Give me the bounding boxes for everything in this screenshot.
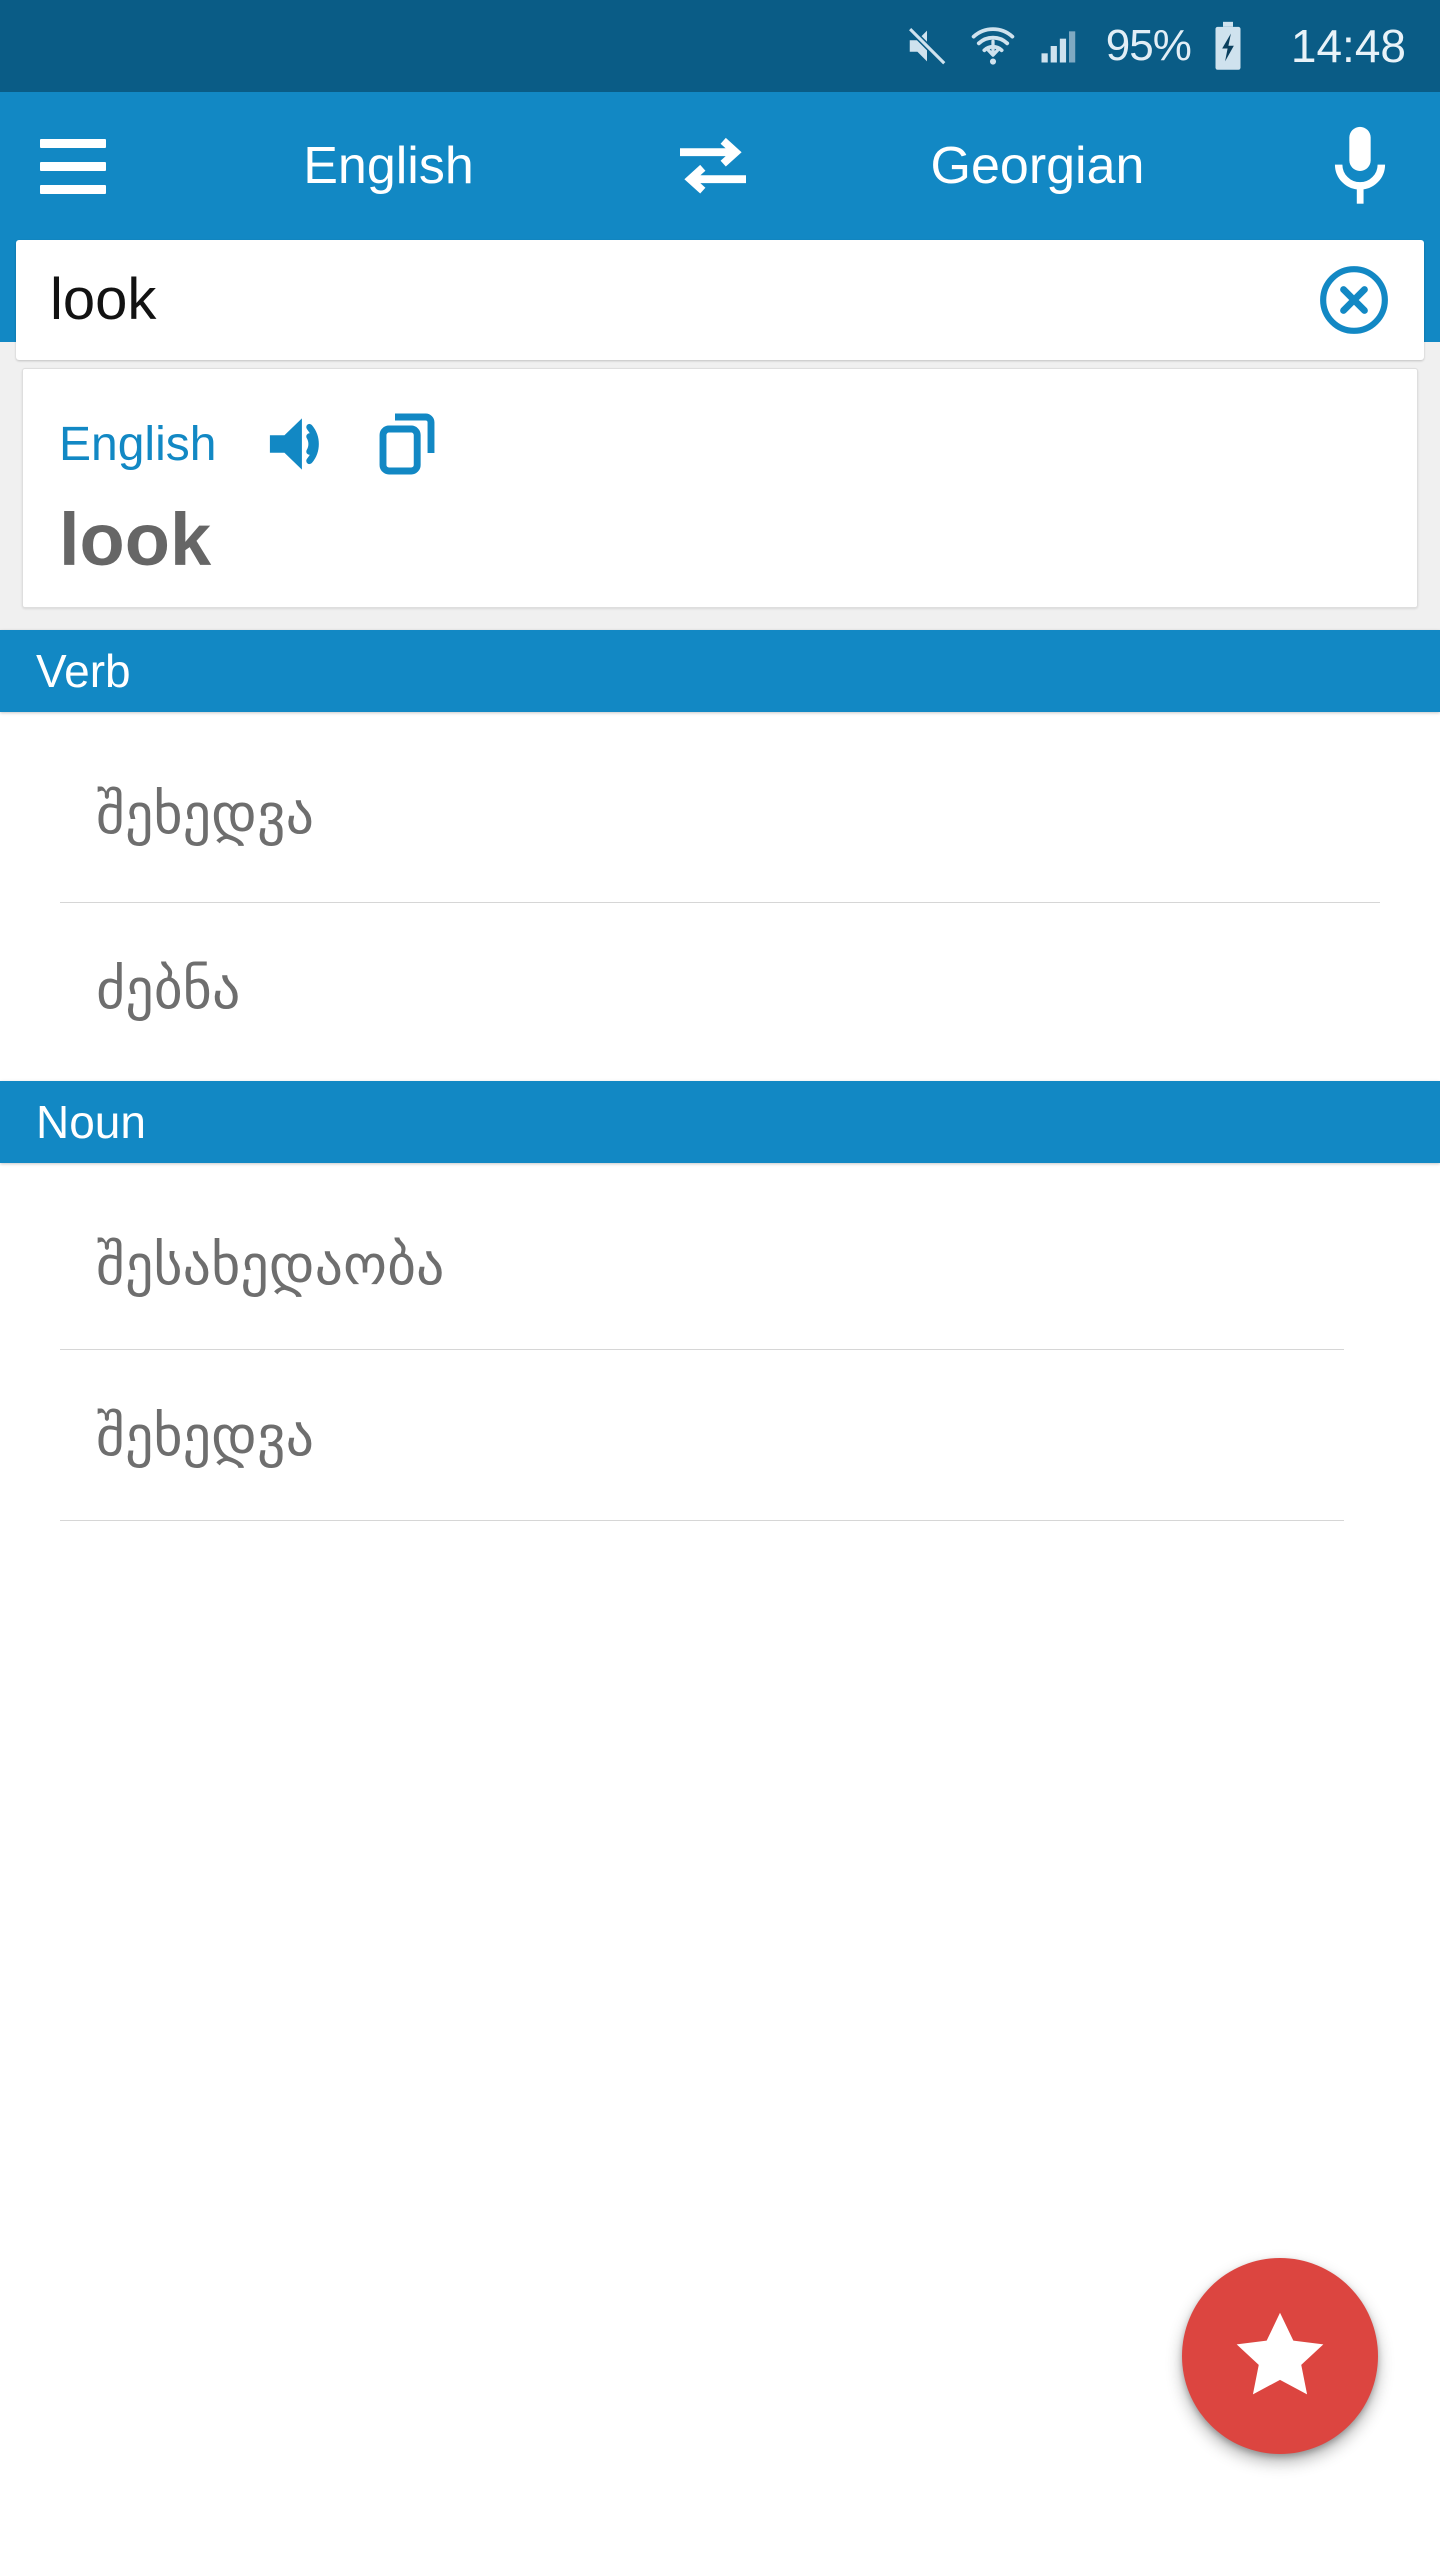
result-card: English look — [22, 368, 1418, 608]
list-divider — [60, 1520, 1344, 1521]
speaker-icon[interactable] — [260, 405, 338, 483]
section-header-noun: Noun — [0, 1081, 1440, 1163]
search-field-wrapper: look — [16, 240, 1424, 360]
battery-percent: 95% — [1105, 21, 1192, 70]
app-bar: English Georgian look — [0, 92, 1440, 360]
clear-circle-icon[interactable] — [1306, 252, 1402, 348]
copy-icon[interactable] — [368, 405, 446, 483]
section-header-verb: Verb — [0, 630, 1440, 712]
verb-list: შეხედვა ძებნა — [0, 712, 1440, 1081]
wifi-icon — [970, 23, 1016, 69]
app-root: 95% 14:48 English Georgian look English … — [0, 0, 1440, 2560]
app-bar-row: English Georgian — [0, 92, 1440, 240]
hamburger-menu-icon[interactable] — [34, 127, 112, 205]
favorite-fab-button[interactable] — [1182, 2258, 1378, 2454]
mute-icon — [904, 23, 950, 69]
status-bar-icons: 95% 14:48 — [904, 19, 1406, 73]
list-item[interactable]: შეხედვა — [0, 1378, 1440, 1494]
noun-list: შესახედაობა შეხედვა — [0, 1163, 1440, 1521]
list-item[interactable]: ძებნა — [0, 931, 1440, 1047]
target-language-button[interactable]: Georgian — [761, 136, 1314, 196]
list-item[interactable]: შესახედაობა — [0, 1207, 1440, 1323]
battery-charging-icon — [1211, 21, 1245, 71]
result-card-word: look — [59, 498, 212, 581]
search-input-value[interactable]: look — [50, 271, 1306, 329]
microphone-icon[interactable] — [1314, 120, 1406, 212]
star-icon — [1230, 2306, 1330, 2407]
source-language-button[interactable]: English — [112, 136, 665, 196]
status-bar-clock: 14:48 — [1290, 20, 1406, 72]
list-item[interactable]: შეხედვა — [0, 756, 1440, 872]
status-bar: 95% 14:48 — [0, 0, 1440, 92]
result-card-header: English — [59, 401, 1381, 487]
swap-horizontal-icon[interactable] — [665, 126, 761, 206]
signal-icon — [1036, 24, 1080, 68]
result-card-language: English — [59, 417, 217, 471]
search-input[interactable]: look — [16, 240, 1424, 360]
result-card-area: English look — [0, 342, 1440, 630]
